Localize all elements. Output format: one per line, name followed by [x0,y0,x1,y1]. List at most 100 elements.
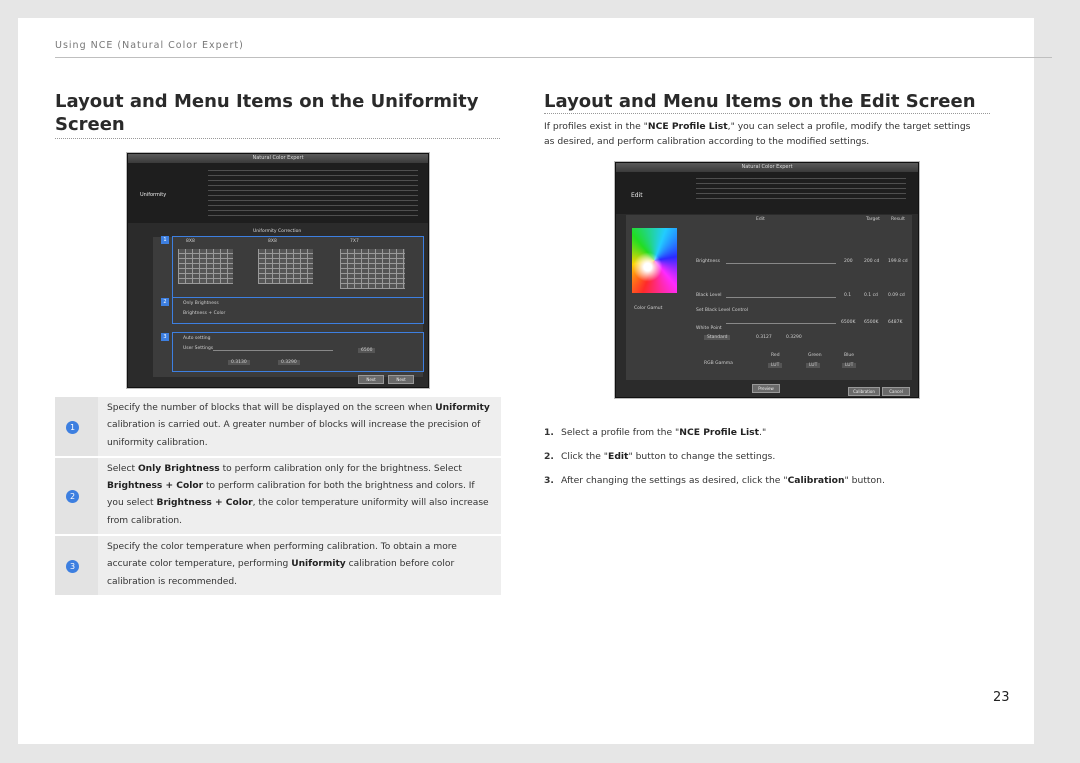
item-number-badge: 3 [66,560,79,574]
tab-result[interactable]: Result [891,217,905,222]
intro-line: If profiles exist in the "NCE Profile Li… [544,119,990,134]
item-number-cell: 2 [55,457,98,535]
text-run: " button to change the settings. [628,451,776,462]
white-point-slider[interactable] [726,323,836,324]
preview-button[interactable]: Preview [752,384,780,393]
item-number-badge: 2 [66,490,79,504]
y-coordinate-value[interactable]: 0.3290 [786,335,802,340]
text-run: Specify the color temperature when perfo… [107,542,457,553]
tab-target[interactable]: Target [866,217,880,222]
color-gamut-label: Color Gamut [634,306,663,311]
text-run: Select a profile from the " [561,427,680,438]
marker-3: 3 [161,333,169,341]
window-titlebar: Natural Color Expert [128,154,428,163]
header-divider [55,57,1052,58]
gamma-red-select[interactable]: LUT [768,363,783,368]
description-text-block [208,166,418,216]
grid-option-c[interactable]: 7X7 [350,239,359,244]
x-coordinate-value[interactable]: 0.3127 [756,335,772,340]
preset-dropdown[interactable]: Standard [704,335,731,340]
uniformity-heading: Layout and Menu Items on the Uniformity … [55,91,479,135]
uniformity-screenshot: Natural Color Expert Uniformity Uniformi… [127,153,429,388]
text-run: you select [107,498,157,509]
bold-term: Edit [608,451,629,462]
step-number: 1. [544,427,554,438]
black-level-slider[interactable] [726,297,836,298]
gamma-blue-select[interactable]: LUT [842,363,857,368]
cancel-button[interactable]: Cancel [882,387,910,396]
text-run: , the color temperature uniformity will … [252,498,489,509]
set-black-level-row[interactable]: Set Black Level Control [696,308,748,313]
side-label: Edit [631,192,643,199]
only-brightness-option[interactable]: Only Brightness [183,301,219,306]
table-row: 1 Specify the number of blocks that will … [55,397,501,458]
black-level-result: 0.09 cd [888,293,905,298]
step-text: After changing the settings as desired, … [561,473,885,489]
next-button[interactable]: Next [388,375,414,384]
text-run: After changing the settings as desired, … [561,475,788,486]
description-text-block [696,175,906,199]
text-run: ." [759,427,767,438]
step-item: 1. Select a profile from the "NCE Profile… [544,425,990,441]
marker-1: 1 [161,236,169,244]
black-level-target: 0.1 cd [864,293,878,298]
bold-term: NCE Profile List [679,427,760,438]
white-point-input[interactable]: 6500K [841,320,855,325]
black-level-input[interactable]: 0.1 [844,293,851,298]
grid-option-b[interactable]: 8X8 [268,239,277,244]
running-header: Using NCE (Natural Color Expert) [55,40,244,51]
white-point-row: White Point [696,326,722,331]
brightness-target: 200 cd [864,259,880,264]
auto-setting-option[interactable]: Auto setting [183,336,210,341]
y-coordinate-value[interactable]: 0.3290 [278,360,300,365]
bold-term: NCE Profile List [647,121,728,132]
description-line: calibration is recommended. [107,574,493,591]
gamma-green-select[interactable]: LUT [806,363,821,368]
x-coordinate-value[interactable]: 0.3130 [228,360,250,365]
item-description: Select Only Brightness to perform calibr… [98,457,501,535]
intro-line: as desired, and perform calibration acco… [544,134,990,149]
step-number: 3. [544,475,554,486]
bold-term: Uniformity [435,403,490,413]
text-run: calibration is carried out. A greater nu… [107,420,481,431]
tab-edit[interactable]: Edit [756,217,765,222]
edit-intro: If profiles exist in the "NCE Profile Li… [544,119,990,149]
side-label: Uniformity [140,192,167,198]
description-line: uniformity calibration. [107,435,493,452]
text-run: calibration is recommended. [107,576,237,587]
item-number-badge: 1 [66,421,79,434]
description-line: from calibration. [107,513,493,530]
color-gamut-diagram [632,228,677,293]
user-settings-option[interactable]: User Settings [183,346,213,351]
edit-steps: 1. Select a profile from the "NCE Profile… [544,425,990,497]
table-row: 3 Specify the color temperature when perf… [55,536,501,597]
marker-2: 2 [161,298,169,306]
grid-option-a[interactable]: 8X8 [186,239,195,244]
edit-screenshot: Natural Color Expert Edit Edit Target Re… [615,162,919,398]
text-run: accurate color temperature, performing [107,559,292,570]
table-row: 2 Select Only Brightness to perform calib… [55,457,501,537]
text-run: to perform calibration only for the brig… [219,463,462,474]
brightness-input[interactable]: 200 [844,259,853,264]
rgb-gamma-row: RGB Gamma [704,361,733,366]
grid-preview-a [178,249,233,284]
back-button[interactable]: Next [358,375,384,384]
temperature-value[interactable]: 6500 [358,348,376,353]
description-line: Select Only Brightness to perform calibr… [107,461,493,478]
description-line: Brightness + Color to perform calibratio… [107,478,493,495]
step-number: 2. [544,451,554,462]
brightness-slider[interactable] [726,263,836,264]
section-label: Uniformity Correction [253,229,302,234]
step-text: Select a profile from the "NCE Profile L… [561,425,766,441]
text-run: to perform calibration for both the brig… [203,481,475,492]
text-run: " button. [844,475,885,486]
left-section-title: Layout and Menu Items on the Uniformity … [55,90,500,139]
brightness-color-option[interactable]: Brightness + Color [183,311,225,316]
page-number: 23 [993,690,1010,705]
calibration-button[interactable]: Calibration [848,387,880,396]
text-run: Click the " [561,451,609,462]
description-line: calibration is carried out. A greater nu… [107,417,493,434]
temperature-slider[interactable] [213,350,333,351]
text-run: Specify the number of blocks that will b… [107,403,436,413]
text-run: from calibration. [107,515,183,526]
